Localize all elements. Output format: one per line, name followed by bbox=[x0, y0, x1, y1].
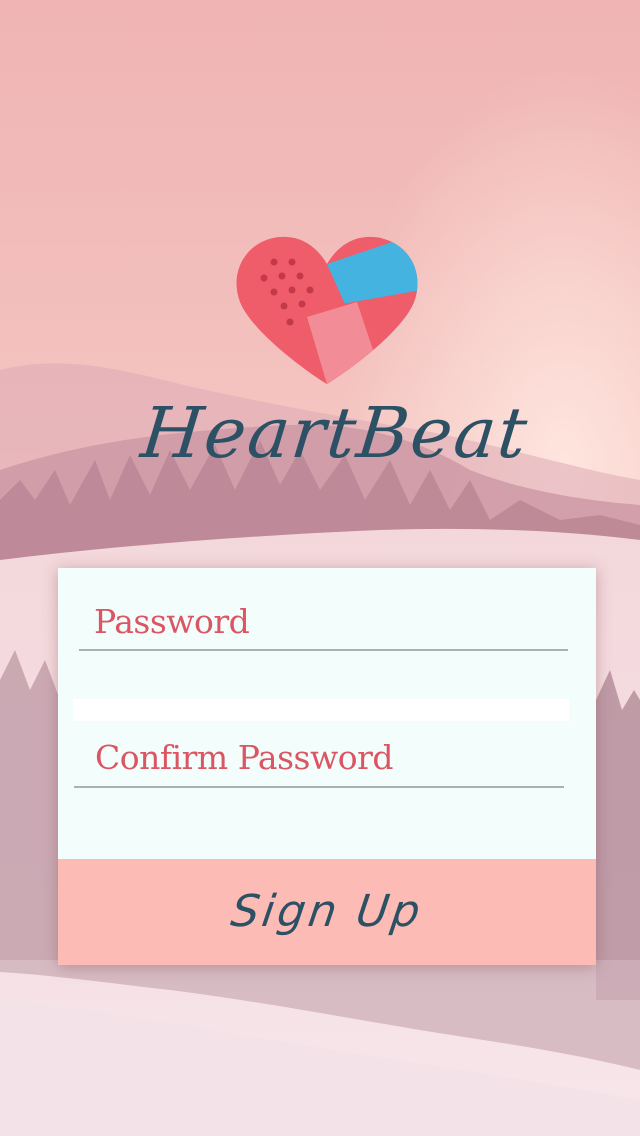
password-underline bbox=[79, 649, 568, 651]
confirm-password-underline bbox=[74, 786, 564, 788]
signup-button-label: Sign Up bbox=[227, 886, 427, 937]
signup-form-card: Password Confirm Password Sign Up bbox=[58, 568, 596, 965]
app-title: HeartBeat bbox=[137, 392, 533, 474]
confirm-password-field[interactable]: Confirm Password bbox=[95, 738, 393, 777]
bandage-heart-icon bbox=[236, 236, 418, 385]
password-field[interactable]: Password bbox=[94, 602, 250, 641]
field-divider bbox=[73, 699, 569, 721]
signup-button[interactable]: Sign Up bbox=[58, 859, 596, 965]
